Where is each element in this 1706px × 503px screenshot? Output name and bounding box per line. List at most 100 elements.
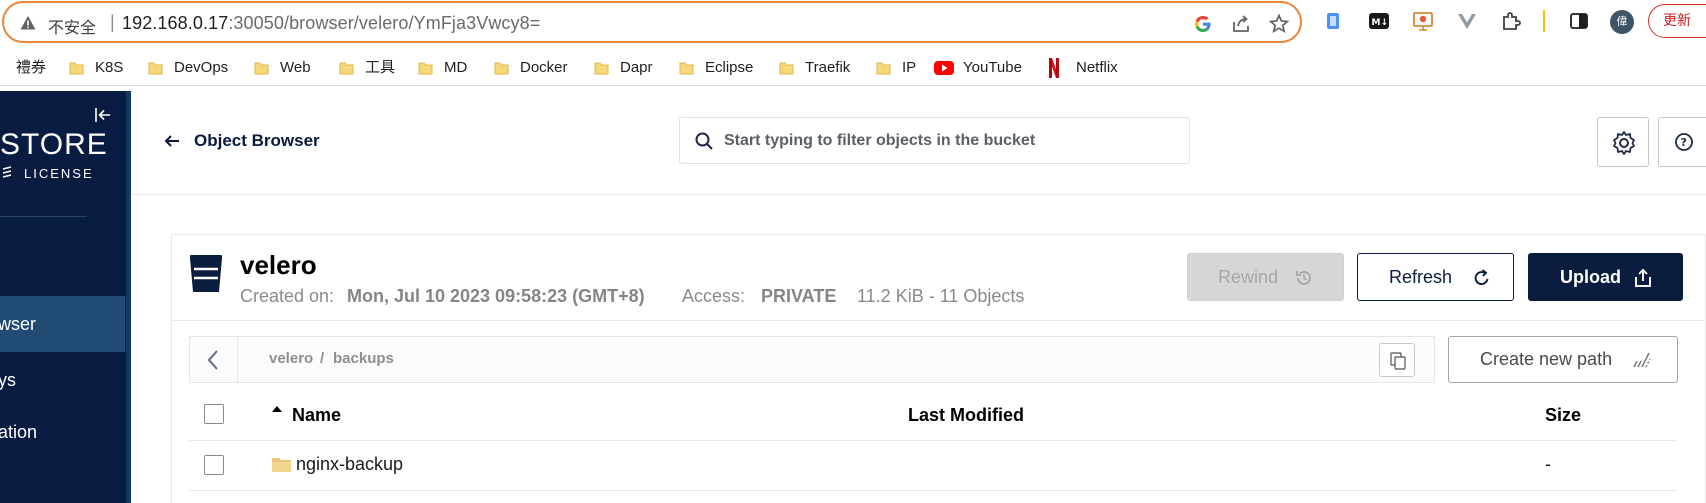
path-back-button[interactable] [189, 336, 238, 383]
sidebar-item-access-keys[interactable]: ys [0, 352, 125, 408]
address-bar[interactable]: 不安全 | 192.168.0.17:30050/browser/velero/… [2, 1, 1302, 43]
bookmark-label: Docker [520, 59, 568, 76]
browser-update-button[interactable]: 更新 [1648, 4, 1706, 38]
upload-icon [1635, 268, 1651, 287]
chevron-left-icon [207, 350, 218, 370]
upload-button[interactable]: Upload [1528, 253, 1683, 301]
url-separator: | [110, 12, 115, 32]
settings-button[interactable] [1597, 117, 1649, 167]
folder-icon [418, 62, 433, 75]
netflix-icon [1049, 58, 1059, 78]
folder-icon [272, 458, 291, 472]
bookmark-label: 工具 [365, 59, 396, 76]
bookmark-label: IP [902, 59, 917, 76]
url-host: 192.168.0.17 [122, 13, 229, 33]
refresh-button[interactable]: Refresh [1357, 253, 1514, 301]
bookmark-label: Eclipse [705, 59, 754, 76]
bookmark-label: Traefik [805, 59, 851, 76]
bookmark-label: YouTube [963, 59, 1022, 76]
toolbar-divider [1543, 10, 1545, 32]
side-panel-icon[interactable] [1568, 10, 1590, 32]
google-icon[interactable] [1192, 13, 1214, 35]
bookmark-label: Dapr [620, 59, 653, 76]
column-header-last-modified[interactable]: Last Modified [908, 405, 1024, 426]
warning-icon[interactable] [20, 15, 36, 31]
folder-icon [69, 62, 84, 75]
collapse-sidebar-icon[interactable] [94, 107, 112, 123]
bucket-usage: 11.2 KiB - 11 Objects [857, 286, 1025, 306]
row-checkbox[interactable] [204, 455, 224, 475]
column-header-size[interactable]: Size [1545, 405, 1581, 426]
brand-license-text: LICENSE [24, 166, 94, 181]
back-to-object-browser-link[interactable]: Object Browser [194, 131, 320, 151]
select-all-checkbox[interactable] [204, 404, 224, 424]
create-new-path-label: Create new path [1480, 349, 1613, 369]
table-row[interactable] [189, 441, 1677, 491]
folder-icon [779, 62, 794, 75]
extensions-puzzle-icon[interactable] [1500, 10, 1522, 32]
svg-text:?: ? [1681, 136, 1687, 149]
brand-logo-text: STORE [0, 128, 108, 161]
star-icon[interactable] [1268, 13, 1290, 35]
copy-path-button[interactable] [1379, 343, 1415, 377]
sidebar-item-label: ation [0, 422, 38, 442]
access-value: PRIVATE [761, 286, 837, 306]
folder-icon [594, 62, 609, 75]
copy-icon [1390, 352, 1406, 370]
breadcrumb-bucket[interactable]: velero [269, 350, 313, 367]
sidebar-item-label: ys [0, 370, 16, 390]
access-label: Access: [682, 286, 746, 306]
object-filter-search[interactable] [679, 117, 1190, 164]
bucket-icon [190, 255, 222, 292]
bookmark-label: MD [444, 59, 468, 76]
bookmark-label: 禮券 [16, 59, 47, 76]
sidebar-item-object-browser[interactable]: wser [0, 296, 125, 352]
vue-devtools-icon[interactable] [1456, 10, 1478, 32]
create-new-path-button[interactable]: Create new path [1448, 336, 1678, 383]
presentation-extension-icon[interactable] [1412, 10, 1434, 32]
upload-label: Upload [1560, 267, 1621, 287]
sidebar-item-documentation[interactable]: ation [0, 404, 125, 460]
refresh-label: Refresh [1389, 267, 1453, 287]
folder-icon [339, 62, 354, 75]
folder-icon [876, 62, 891, 75]
folder-icon [494, 62, 509, 75]
created-value: Mon, Jul 10 2023 09:58:23 (GMT+8) [347, 286, 645, 306]
folder-icon [679, 62, 694, 75]
breadcrumb-folder[interactable]: backups [333, 350, 394, 367]
help-button[interactable]: ? [1658, 117, 1706, 167]
column-header-name[interactable]: Name [292, 405, 341, 426]
not-secure-label[interactable]: 不安全 [48, 14, 96, 38]
breadcrumb-separator: / [320, 350, 325, 367]
object-name[interactable]: nginx-backup [296, 454, 403, 475]
license-badge-icon [2, 166, 12, 178]
youtube-icon [934, 61, 954, 75]
bookmark-label: Web [280, 59, 311, 76]
sidebar-divider [0, 216, 87, 217]
back-arrow-icon[interactable] [164, 134, 180, 148]
object-size: - [1545, 454, 1551, 474]
search-input[interactable] [724, 118, 1184, 163]
rewind-button[interactable]: Rewind [1187, 253, 1344, 301]
share-icon[interactable] [1230, 13, 1252, 35]
card-divider [172, 320, 1706, 321]
bookmarks-bar: 禮券 K8S DevOps Web 工具 MD Docker Dapr Ecli… [0, 50, 1706, 86]
bookmark-label: Netflix [1076, 59, 1118, 76]
markdown-extension-icon[interactable]: M↓ [1368, 10, 1390, 32]
created-label: Created on: [240, 286, 335, 306]
folder-icon [254, 62, 269, 75]
browser-toolbar: 不安全 | 192.168.0.17:30050/browser/velero/… [0, 0, 1706, 44]
history-icon [1296, 271, 1311, 285]
profile-avatar[interactable]: 偉 [1610, 10, 1634, 34]
url-text[interactable]: 192.168.0.17:30050/browser/velero/YmFja3… [122, 13, 540, 34]
bucket-name: velero [240, 250, 317, 280]
refresh-icon [1474, 269, 1489, 285]
svg-text:M↓: M↓ [1372, 18, 1389, 28]
bookmark-label: DevOps [174, 59, 229, 76]
sort-ascending-icon[interactable] [271, 405, 283, 413]
folder-icon [148, 62, 163, 75]
clipboard-extension-icon[interactable] [1322, 10, 1344, 32]
search-icon [695, 132, 713, 150]
bookmark-label: K8S [95, 59, 124, 76]
help-icon: ? [1675, 133, 1693, 151]
